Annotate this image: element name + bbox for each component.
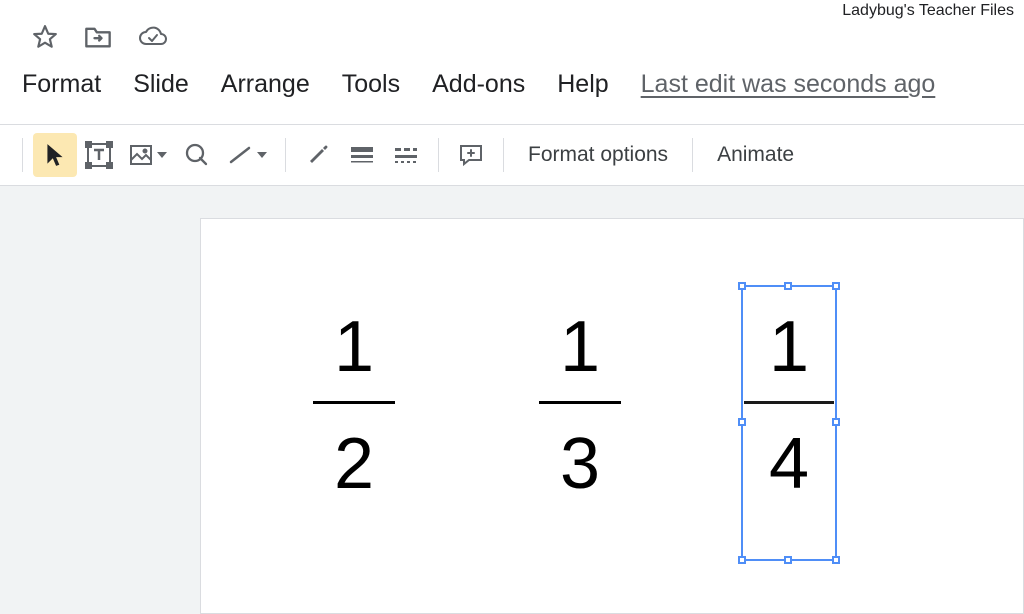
fraction-bar <box>744 401 834 404</box>
format-options-button[interactable]: Format options <box>514 143 682 167</box>
line-dash-button[interactable] <box>384 133 428 177</box>
menubar: Format Slide Arrange Tools Add-ons Help … <box>22 70 935 99</box>
menu-arrange[interactable]: Arrange <box>221 70 310 99</box>
resize-handle[interactable] <box>832 282 840 290</box>
fraction-denominator: 3 <box>525 428 635 500</box>
attribution-text: Ladybug's Teacher Files <box>842 2 1014 20</box>
toolbar: Format options Animate <box>0 124 1024 186</box>
fraction-numerator: 1 <box>743 311 835 383</box>
fraction-denominator: 4 <box>743 428 835 500</box>
last-edit-link[interactable]: Last edit was seconds ago <box>641 70 936 99</box>
resize-handle[interactable] <box>832 418 840 426</box>
menu-addons[interactable]: Add-ons <box>432 70 525 99</box>
line-weight-button[interactable] <box>340 133 384 177</box>
toolbar-separator <box>438 138 439 172</box>
resize-handle[interactable] <box>738 556 746 564</box>
fraction-bar <box>539 401 621 404</box>
resize-handle[interactable] <box>738 418 746 426</box>
menu-format[interactable]: Format <box>22 70 101 99</box>
fraction-bar <box>313 401 395 404</box>
fraction-numerator: 1 <box>525 311 635 383</box>
fraction-numerator: 1 <box>299 311 409 383</box>
line-tool-button[interactable] <box>219 133 275 177</box>
shape-tool-button[interactable] <box>175 133 219 177</box>
comment-button[interactable] <box>449 133 493 177</box>
toolbar-separator <box>285 138 286 172</box>
resize-handle[interactable] <box>784 282 792 290</box>
line-color-button[interactable] <box>296 133 340 177</box>
resize-handle[interactable] <box>738 282 746 290</box>
toolbar-separator <box>503 138 504 172</box>
chevron-down-icon <box>157 152 167 158</box>
resize-handle[interactable] <box>784 556 792 564</box>
animate-button[interactable]: Animate <box>703 143 808 167</box>
resize-handle[interactable] <box>832 556 840 564</box>
toolbar-separator <box>692 138 693 172</box>
canvas-area[interactable]: 1 2 1 3 1 4 <box>0 186 1024 614</box>
textbox-tool-button[interactable] <box>77 133 121 177</box>
image-tool-button[interactable] <box>121 133 175 177</box>
cloud-saved-icon[interactable] <box>138 26 168 48</box>
chevron-down-icon <box>257 152 267 158</box>
fraction-object[interactable]: 1 3 <box>525 311 635 500</box>
fraction-object[interactable]: 1 2 <box>299 311 409 500</box>
fraction-denominator: 2 <box>299 428 409 500</box>
star-icon[interactable] <box>32 24 58 50</box>
toolbar-separator <box>22 138 23 172</box>
slide[interactable]: 1 2 1 3 1 4 <box>200 218 1024 614</box>
menu-slide[interactable]: Slide <box>133 70 189 99</box>
fraction-object-selected[interactable]: 1 4 <box>743 311 835 500</box>
move-folder-icon[interactable] <box>84 25 112 49</box>
menu-tools[interactable]: Tools <box>342 70 400 99</box>
select-tool-button[interactable] <box>33 133 77 177</box>
selection-box[interactable]: 1 4 <box>741 285 837 561</box>
menu-help[interactable]: Help <box>557 70 608 99</box>
